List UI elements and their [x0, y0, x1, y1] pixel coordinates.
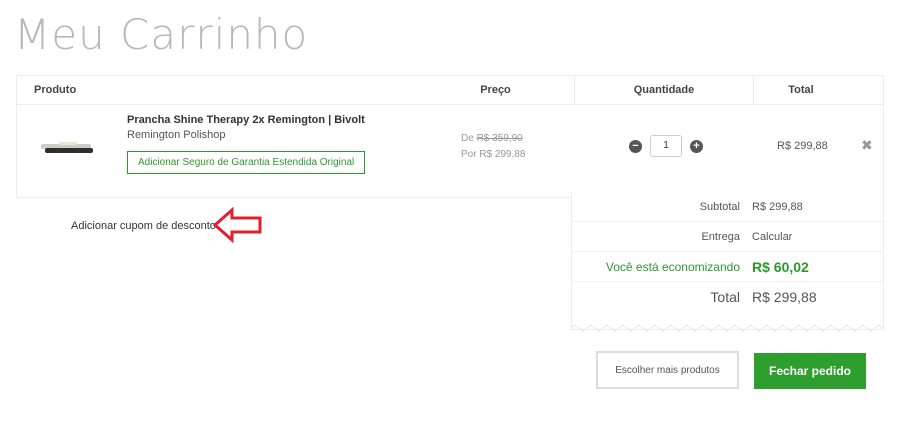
header-total: Total: [788, 84, 814, 96]
receipt-edge: [571, 324, 884, 332]
arrow-left-icon: [212, 207, 262, 243]
page-title: Meu Carrinho: [14, 10, 309, 59]
order-summary: Subtotal R$ 299,88 Entrega Calcular Você…: [571, 192, 884, 330]
continue-shopping-button[interactable]: Escolher mais produtos: [596, 351, 739, 389]
product-info: Prancha Shine Therapy 2x Remington | Biv…: [127, 113, 366, 174]
header-price: Preço: [417, 76, 575, 104]
add-coupon-link[interactable]: Adicionar cupom de desconto: [71, 220, 216, 232]
price-current: Por R$ 299,88: [461, 149, 526, 160]
quantity-stepper: − 1 +: [629, 135, 703, 157]
subtotal-value: R$ 299,88: [752, 200, 803, 213]
quantity-input[interactable]: 1: [650, 135, 682, 157]
header-quantity: Quantidade: [575, 76, 754, 104]
close-icon[interactable]: ✖: [861, 137, 873, 154]
row-total: R$ 299,88: [777, 140, 828, 152]
subtotal-label: Subtotal: [699, 200, 740, 213]
price-from-prefix: De: [461, 133, 474, 144]
price-original: R$ 359,90: [476, 133, 523, 144]
summary-shipping: Entrega Calcular: [572, 222, 883, 252]
total-label: Total: [710, 289, 740, 305]
product-name[interactable]: Prancha Shine Therapy 2x Remington | Biv…: [127, 113, 365, 127]
minus-circle-icon[interactable]: −: [629, 139, 642, 153]
add-warranty-button[interactable]: Adicionar Seguro de Garantia Estendida O…: [127, 151, 366, 174]
checkout-button[interactable]: Fechar pedido: [754, 353, 866, 389]
table-row: Prancha Shine Therapy 2x Remington | Biv…: [17, 105, 883, 197]
summary-savings: Você está economizando R$ 60,02: [572, 252, 883, 282]
product-brand: Remington Polishop: [127, 129, 226, 141]
product-image[interactable]: [39, 138, 99, 158]
divider: [16, 197, 571, 198]
summary-subtotal: Subtotal R$ 299,88: [572, 192, 883, 222]
savings-value: R$ 60,02: [752, 258, 809, 275]
total-value: R$ 299,88: [752, 289, 817, 305]
cart-table: Produto Preço Quantidade Total Prancha S…: [16, 75, 884, 198]
plus-circle-icon[interactable]: +: [690, 139, 703, 153]
savings-label: Você está economizando: [605, 259, 740, 274]
shipping-label: Entrega: [701, 230, 740, 243]
summary-total: Total R$ 299,88: [572, 282, 883, 312]
header-product: Produto: [34, 84, 77, 96]
table-header: Produto Preço Quantidade Total: [17, 76, 883, 105]
price-block: De R$ 359,90 Por R$ 299,88: [461, 131, 526, 163]
calculate-shipping-link[interactable]: Calcular: [752, 231, 792, 243]
